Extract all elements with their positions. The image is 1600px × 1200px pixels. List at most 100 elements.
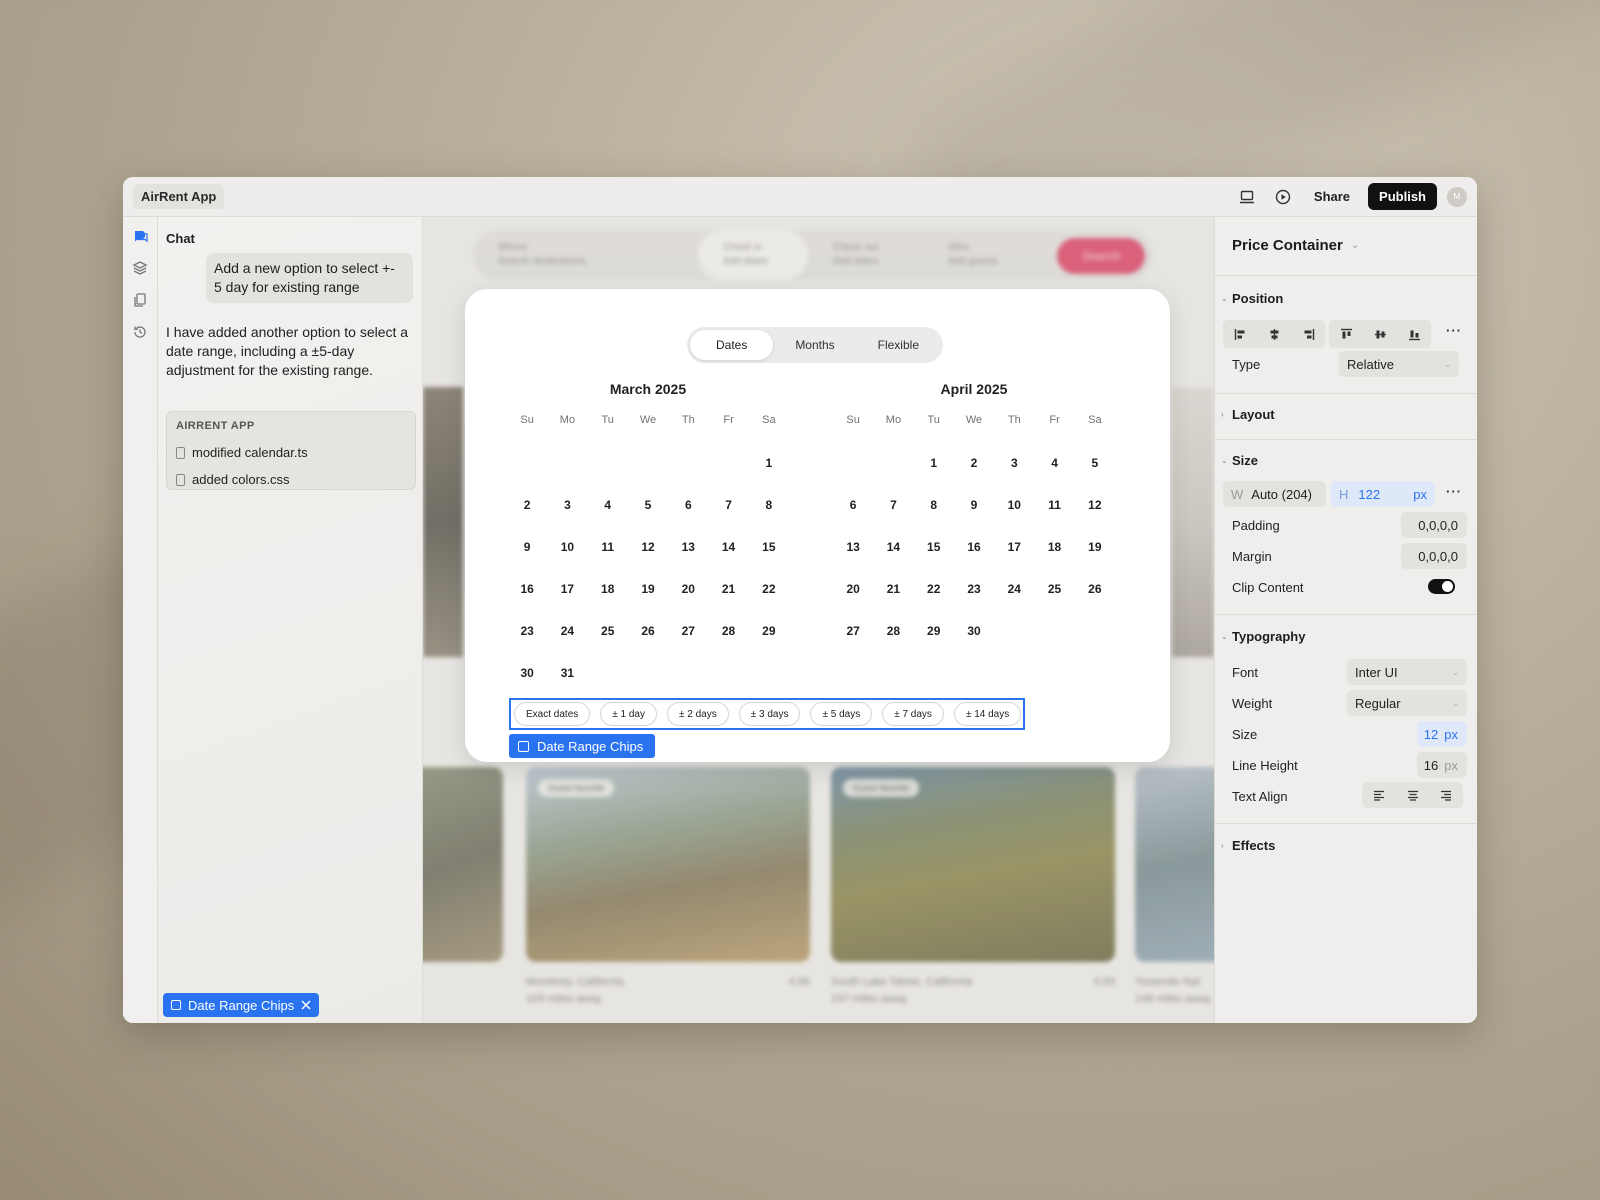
calendar-day[interactable]: 22 [749, 582, 789, 596]
design-canvas[interactable]: Where Search destinations Check in Add dat… [423, 217, 1214, 1023]
calendar-day[interactable]: 29 [749, 624, 789, 638]
section-layout[interactable]: › Layout [1221, 407, 1275, 422]
app-title[interactable]: AirRent App [133, 184, 225, 209]
calendar-day[interactable]: 23 [507, 624, 547, 638]
calendar-day[interactable]: 5 [1075, 456, 1115, 470]
calendar-day[interactable]: 29 [914, 624, 954, 638]
chip-14-days[interactable]: ± 14 days [953, 702, 1022, 726]
align-middle-icon[interactable] [1363, 320, 1397, 348]
calendar-day[interactable]: 24 [994, 582, 1034, 596]
calendar-day[interactable]: 6 [833, 498, 873, 512]
layers-icon[interactable] [131, 259, 149, 277]
calendar-day[interactable]: 15 [914, 540, 954, 554]
section-typography[interactable]: ⌄ Typography [1221, 629, 1305, 644]
file-item[interactable]: modified calendar.ts [176, 439, 406, 466]
calendar-day[interactable]: 16 [507, 582, 547, 596]
calendar-day[interactable]: 6 [668, 498, 708, 512]
tab-flexible[interactable]: Flexible [857, 330, 940, 360]
text-align-left-icon[interactable] [1362, 790, 1396, 801]
calendar-day[interactable]: 27 [668, 624, 708, 638]
calendar-day[interactable]: 21 [873, 582, 913, 596]
padding-field[interactable]: 0,0,0,0 [1401, 512, 1467, 538]
history-icon[interactable] [131, 323, 149, 341]
calendar-day[interactable]: 12 [1075, 498, 1115, 512]
chip-3-days[interactable]: ± 3 days [738, 702, 801, 726]
calendar-day[interactable]: 28 [873, 624, 913, 638]
close-icon[interactable] [301, 998, 311, 1013]
font-select[interactable]: Inter UI ⌄ [1347, 659, 1467, 685]
calendar-day[interactable]: 30 [954, 624, 994, 638]
calendar-day[interactable]: 26 [1075, 582, 1115, 596]
width-field[interactable]: W Auto (204) [1223, 481, 1326, 507]
calendar-day[interactable]: 18 [1034, 540, 1074, 554]
inspector-title[interactable]: Price Container ⌄ [1232, 237, 1359, 254]
tab-months[interactable]: Months [773, 330, 856, 360]
more-options-icon[interactable]: ··· [1446, 484, 1462, 499]
chat-icon[interactable] [131, 227, 149, 245]
pages-icon[interactable] [131, 291, 149, 309]
calendar-day[interactable]: 1 [914, 456, 954, 470]
calendar-day[interactable]: 23 [954, 582, 994, 596]
chip-7-days[interactable]: ± 7 days [882, 702, 944, 726]
calendar-day[interactable]: 18 [588, 582, 628, 596]
calendar-day[interactable]: 9 [954, 498, 994, 512]
text-align-right-icon[interactable] [1429, 790, 1463, 801]
calendar-day[interactable]: 28 [708, 624, 748, 638]
calendar-day[interactable]: 14 [873, 540, 913, 554]
line-height-field[interactable]: 16 px [1417, 752, 1467, 778]
chip-5-days[interactable]: ± 5 days [810, 702, 873, 726]
align-left-icon[interactable] [1223, 320, 1257, 348]
calendar-day[interactable]: 9 [507, 540, 547, 554]
calendar-day[interactable]: 22 [914, 582, 954, 596]
share-button[interactable]: Share [1306, 183, 1358, 210]
chip-exact-dates[interactable]: Exact dates [514, 702, 591, 726]
calendar-day[interactable]: 13 [668, 540, 708, 554]
calendar-day[interactable]: 15 [749, 540, 789, 554]
calendar-day[interactable]: 7 [708, 498, 748, 512]
calendar-day[interactable]: 26 [628, 624, 668, 638]
calendar-day[interactable]: 19 [628, 582, 668, 596]
section-position[interactable]: ⌄ Position [1221, 291, 1283, 306]
device-preview-icon[interactable] [1234, 184, 1260, 210]
chip-1-day[interactable]: ± 1 day [600, 702, 657, 726]
section-effects[interactable]: › Effects [1221, 838, 1275, 853]
calendar-day[interactable]: 11 [588, 540, 628, 554]
calendar-day[interactable]: 25 [1034, 582, 1074, 596]
calendar-day[interactable]: 8 [914, 498, 954, 512]
calendar-day[interactable]: 3 [994, 456, 1034, 470]
calendar-day[interactable]: 2 [954, 456, 994, 470]
calendar-day[interactable]: 21 [708, 582, 748, 596]
calendar-day[interactable]: 24 [547, 624, 587, 638]
selection-label[interactable]: Date Range Chips [509, 734, 656, 758]
clip-content-toggle[interactable] [1428, 579, 1455, 594]
calendar-day[interactable]: 30 [507, 666, 547, 680]
align-right-icon[interactable] [1291, 320, 1325, 348]
calendar-day[interactable]: 14 [708, 540, 748, 554]
position-type-select[interactable]: Relative ⌄ [1339, 351, 1459, 377]
calendar-day[interactable]: 2 [507, 498, 547, 512]
calendar-day[interactable]: 4 [1034, 456, 1074, 470]
publish-button[interactable]: Publish [1368, 183, 1437, 210]
calendar-day[interactable]: 10 [547, 540, 587, 554]
calendar-day[interactable]: 3 [547, 498, 587, 512]
calendar-day[interactable]: 17 [994, 540, 1034, 554]
selection-context-tag[interactable]: Date Range Chips [163, 993, 320, 1017]
calendar-day[interactable]: 16 [954, 540, 994, 554]
avatar[interactable]: M [1447, 186, 1467, 207]
font-size-field[interactable]: 12 px [1417, 721, 1467, 747]
tab-dates[interactable]: Dates [690, 330, 774, 360]
calendar-day[interactable]: 20 [833, 582, 873, 596]
calendar-day[interactable]: 5 [628, 498, 668, 512]
calendar-day[interactable]: 31 [547, 666, 587, 680]
margin-field[interactable]: 0,0,0,0 [1401, 543, 1467, 569]
calendar-day[interactable]: 8 [749, 498, 789, 512]
calendar-day[interactable]: 25 [588, 624, 628, 638]
calendar-day[interactable]: 27 [833, 624, 873, 638]
calendar-day[interactable]: 12 [628, 540, 668, 554]
text-align-center-icon[interactable] [1396, 790, 1430, 801]
more-options-icon[interactable]: ··· [1446, 323, 1462, 338]
chip-2-days[interactable]: ± 2 days [667, 702, 729, 726]
calendar-day[interactable]: 1 [749, 456, 789, 470]
file-item[interactable]: added colors.css [176, 466, 406, 493]
calendar-day[interactable]: 11 [1034, 498, 1074, 512]
